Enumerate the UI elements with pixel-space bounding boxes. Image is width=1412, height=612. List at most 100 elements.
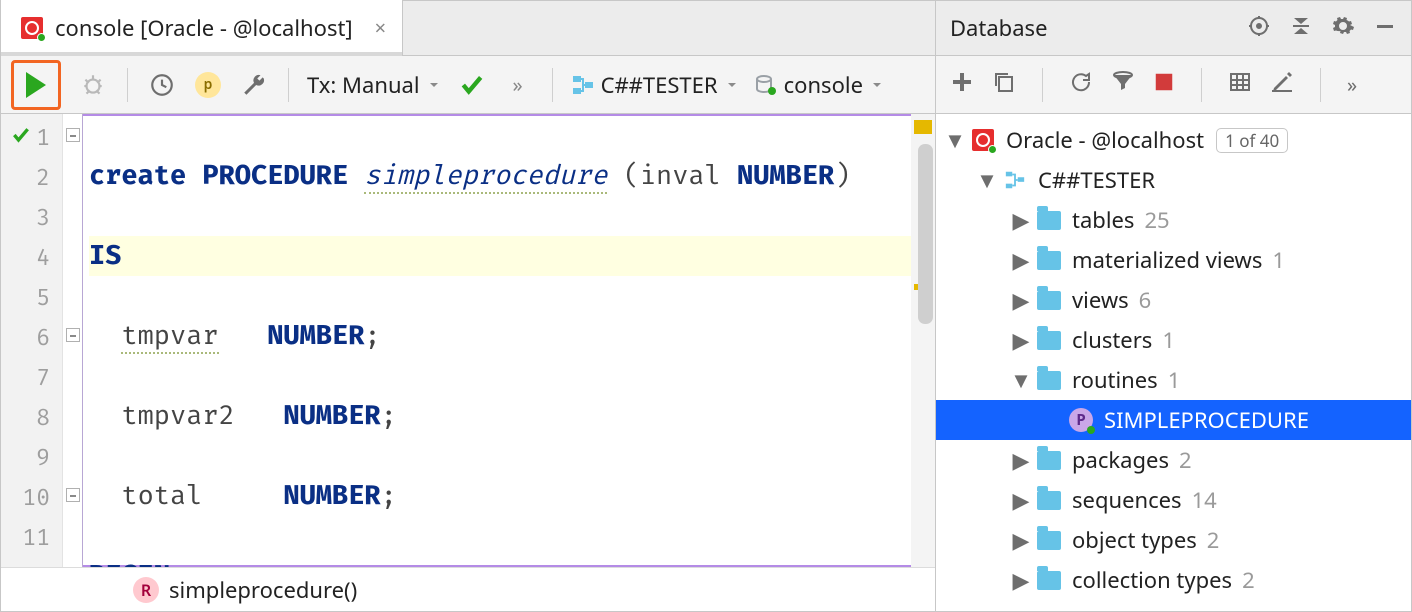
line-number: 7: [36, 364, 50, 392]
folder-icon: [1037, 251, 1061, 270]
commit-icon[interactable]: [452, 65, 492, 105]
tree-folder-packages[interactable]: ▶ packages2: [936, 440, 1411, 480]
collapse-icon[interactable]: [1289, 14, 1313, 43]
session-dropdown[interactable]: console: [750, 70, 889, 100]
minimize-icon[interactable]: [1373, 14, 1397, 43]
gutter: 1 2 3 4 5 6 7 8 9 10 11: [1, 114, 63, 567]
schema-label: C##TESTER: [1038, 165, 1155, 195]
folder-label: materialized views: [1072, 245, 1262, 275]
line-number: 4: [36, 244, 50, 272]
tab-bar: console [Oracle - @localhost] ×: [1, 1, 935, 56]
fold-toggle[interactable]: [66, 488, 80, 502]
tree-folder-tables[interactable]: ▶ tables25: [936, 200, 1411, 240]
folder-label: packages: [1072, 445, 1169, 475]
history-icon[interactable]: [142, 65, 182, 105]
stop-icon[interactable]: [1153, 71, 1175, 98]
line-number: 2: [36, 164, 50, 192]
scrollbar-thumb[interactable]: [918, 144, 933, 324]
count: 6: [1139, 285, 1152, 315]
database-toolbar: »: [936, 56, 1411, 114]
editor-pane: console [Oracle - @localhost] × p Tx: Ma…: [1, 1, 936, 611]
gear-icon[interactable]: [1331, 14, 1355, 43]
line-number: 10: [22, 484, 50, 512]
oracle-icon: [972, 129, 994, 151]
folder-label: collection types: [1072, 565, 1232, 595]
more-icon[interactable]: »: [498, 65, 538, 105]
fold-toggle[interactable]: [66, 128, 80, 142]
folder-label: sequences: [1072, 485, 1182, 515]
oracle-icon: [21, 17, 43, 39]
more-icon[interactable]: »: [1347, 71, 1357, 98]
database-header: Database: [936, 1, 1411, 56]
tx-label: Tx: Manual: [307, 70, 420, 100]
tab-console[interactable]: console [Oracle - @localhost] ×: [1, 0, 403, 55]
tree-folder-mviews[interactable]: ▶ materialized views1: [936, 240, 1411, 280]
close-icon[interactable]: ×: [375, 14, 386, 41]
refresh-icon[interactable]: [1069, 70, 1093, 99]
line-number: 1: [36, 124, 50, 152]
folder-icon: [1037, 331, 1061, 350]
tree-folder-collection-types[interactable]: ▶ collection types2: [936, 560, 1411, 600]
tab-title: console [Oracle - @localhost]: [55, 13, 353, 43]
tree-folder-clusters[interactable]: ▶ clusters1: [936, 320, 1411, 360]
folder-label: views: [1072, 285, 1129, 315]
editor-toolbar: p Tx: Manual » C##TESTER console: [1, 56, 935, 114]
folder-icon: [1037, 291, 1061, 310]
bug-icon[interactable]: [73, 65, 113, 105]
fold-toggle[interactable]: [66, 328, 80, 342]
schema-name: C##TESTER: [601, 70, 718, 100]
tree-folder-sequences[interactable]: ▶ sequences14: [936, 480, 1411, 520]
tree-folder-routines[interactable]: ▼ routines1: [936, 360, 1411, 400]
breadcrumb-proc[interactable]: simpleprocedure(): [169, 575, 357, 605]
line-number: 8: [36, 404, 50, 432]
target-icon[interactable]: [1247, 14, 1271, 43]
editor-footer: R simpleprocedure(): [1, 567, 935, 611]
wrench-icon[interactable]: [234, 65, 274, 105]
edit-icon[interactable]: [1270, 70, 1294, 99]
folder-icon: [1037, 571, 1061, 590]
tree-folder-views[interactable]: ▶ views6: [936, 280, 1411, 320]
line-number: 3: [36, 204, 50, 232]
warning-mark[interactable]: [914, 120, 932, 134]
marks-bar[interactable]: [911, 114, 935, 567]
count: 1: [1168, 365, 1181, 395]
datasource-icon: [754, 73, 778, 97]
routine-icon: R: [133, 577, 159, 603]
line-number: 5: [36, 284, 50, 312]
filter-icon[interactable]: [1111, 70, 1135, 99]
tree-folder-object-types[interactable]: ▶ object types2: [936, 520, 1411, 560]
schema-icon: [1002, 167, 1028, 193]
count: 2: [1242, 565, 1255, 595]
count: 1: [1272, 245, 1285, 275]
count: 14: [1192, 485, 1217, 515]
run-button[interactable]: [11, 60, 61, 110]
procedure-icon: P: [1069, 408, 1093, 432]
tx-mode-dropdown[interactable]: Tx: Manual: [303, 70, 446, 100]
folder-label: routines: [1072, 365, 1158, 395]
folder-icon: [1037, 531, 1061, 550]
schema-dropdown[interactable]: C##TESTER: [567, 70, 744, 100]
folder-label: clusters: [1072, 325, 1152, 355]
gutter-check-icon: [11, 124, 31, 152]
tree-datasource[interactable]: ▼ Oracle - @localhost 1 of 40: [936, 120, 1411, 160]
line-number: 11: [22, 524, 50, 552]
count: 2: [1207, 525, 1220, 555]
fold-column: [63, 114, 83, 567]
add-icon[interactable]: [950, 70, 974, 99]
code-editor[interactable]: 1 2 3 4 5 6 7 8 9 10 11 create PROCEDURE…: [1, 114, 935, 567]
schema-icon: [571, 73, 595, 97]
code-area[interactable]: create PROCEDURE simpleprocedure (inval …: [83, 114, 935, 567]
copy-icon[interactable]: [992, 70, 1016, 99]
panel-title: Database: [950, 13, 1048, 43]
procedure-label: SIMPLEPROCEDURE: [1104, 405, 1309, 435]
tree-item-procedure[interactable]: P SIMPLEPROCEDURE: [936, 400, 1411, 440]
tree-schema[interactable]: ▼ C##TESTER: [936, 160, 1411, 200]
p-icon[interactable]: p: [188, 65, 228, 105]
folder-label: object types: [1072, 525, 1197, 555]
table-icon[interactable]: [1228, 70, 1252, 99]
count: 1: [1162, 325, 1175, 355]
ide-window: console [Oracle - @localhost] × p Tx: Ma…: [0, 0, 1412, 612]
datasource-label: Oracle - @localhost: [1006, 125, 1204, 155]
line-number: 9: [36, 444, 50, 472]
database-panel: Database » ▼ Oracle -: [936, 1, 1411, 611]
